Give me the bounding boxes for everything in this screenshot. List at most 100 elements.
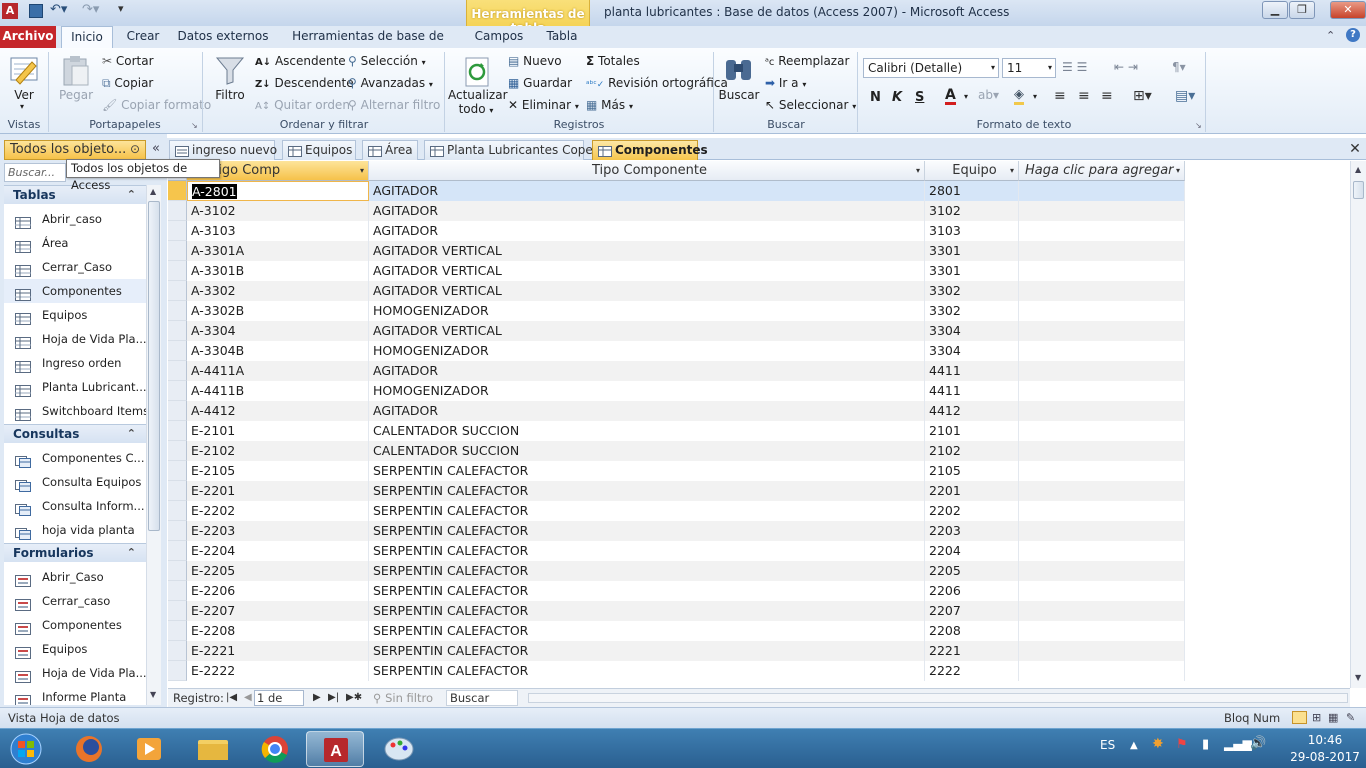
minimize-ribbon-icon[interactable]: ⌃ xyxy=(1326,29,1335,42)
table-cell[interactable]: 3102 xyxy=(925,201,1019,221)
row-selector[interactable] xyxy=(168,381,187,401)
tab-herramientas-bd[interactable]: Herramientas de base de datos xyxy=(280,26,456,63)
battery-icon[interactable]: ▮ xyxy=(1202,737,1209,752)
tab-archivo[interactable]: Archivo xyxy=(0,26,56,48)
doc-tab-ingreso-nuevo[interactable]: ingreso nuevo xyxy=(169,140,277,160)
minimize-button[interactable]: ▁ xyxy=(1262,1,1288,19)
nav-item[interactable]: Hoja de Vida Pla... xyxy=(4,661,146,685)
table-cell[interactable] xyxy=(1019,281,1185,301)
table-row[interactable]: A-2801 AGITADOR 2801 xyxy=(168,181,1185,201)
table-cell[interactable]: CALENTADOR SUCCION xyxy=(369,421,925,441)
table-cell[interactable]: A-3304 xyxy=(187,321,369,341)
row-selector[interactable] xyxy=(168,341,187,361)
spelling-button[interactable]: ᵃᵇᶜ✓ Revisión ortográfica xyxy=(586,76,728,90)
table-row[interactable]: A-3304 AGITADOR VERTICAL 3304 xyxy=(168,321,1185,341)
nav-search-input[interactable]: Buscar... xyxy=(4,163,66,182)
media-player-icon[interactable] xyxy=(120,731,178,767)
table-row[interactable]: E-2203 SERPENTIN CALEFACTOR 2203 xyxy=(168,521,1185,541)
tab-campos[interactable]: Campos xyxy=(470,26,528,48)
table-cell[interactable] xyxy=(1019,221,1185,241)
table-cell[interactable] xyxy=(1019,601,1185,621)
nav-item[interactable]: hoja vida planta xyxy=(4,518,146,542)
row-selector[interactable] xyxy=(168,601,187,621)
row-selector[interactable] xyxy=(168,421,187,441)
row-selector[interactable] xyxy=(168,361,187,381)
paragraph-direction-icon[interactable]: ¶▾ xyxy=(1172,60,1186,74)
row-selector[interactable] xyxy=(168,261,187,281)
table-cell[interactable]: 2102 xyxy=(925,441,1019,461)
align-left-icon[interactable]: ≡ xyxy=(1054,88,1066,104)
table-cell[interactable] xyxy=(1019,261,1185,281)
access-taskbar-icon[interactable]: A xyxy=(306,731,364,767)
row-selector[interactable] xyxy=(168,401,187,421)
row-selector[interactable] xyxy=(168,181,187,201)
table-cell[interactable]: E-2203 xyxy=(187,521,369,541)
filter-button[interactable]: Filtro xyxy=(212,88,248,102)
chevron-down-icon[interactable]: ▾ xyxy=(964,92,968,101)
table-cell[interactable] xyxy=(1019,301,1185,321)
row-selector[interactable] xyxy=(168,461,187,481)
table-cell[interactable]: 2222 xyxy=(925,661,1019,681)
table-row[interactable]: A-4412 AGITADOR 4412 xyxy=(168,401,1185,421)
table-cell[interactable]: A-3302B xyxy=(187,301,369,321)
nav-item[interactable]: Ingreso orden xyxy=(4,351,146,375)
row-selector[interactable] xyxy=(168,521,187,541)
horizontal-scrollbar[interactable] xyxy=(528,693,1348,703)
nav-item[interactable]: Consulta Equipos xyxy=(4,470,146,494)
table-cell[interactable]: 2208 xyxy=(925,621,1019,641)
sort-ascending-button[interactable]: A↓ Ascendente xyxy=(255,54,346,68)
table-cell[interactable]: A-4411A xyxy=(187,361,369,381)
paste-button[interactable]: Pegar xyxy=(58,88,94,102)
table-row[interactable]: E-2205 SERPENTIN CALEFACTOR 2205 xyxy=(168,561,1185,581)
table-cell[interactable]: 3304 xyxy=(925,321,1019,341)
table-cell[interactable]: SERPENTIN CALEFACTOR xyxy=(369,541,925,561)
table-cell[interactable] xyxy=(1019,241,1185,261)
column-dropdown-icon[interactable]: ▾ xyxy=(1176,161,1180,180)
new-record-button[interactable]: ▤ Nuevo xyxy=(508,54,562,68)
refresh-all-button[interactable]: Actualizar todo ▾ xyxy=(448,88,508,116)
table-cell[interactable]: SERPENTIN CALEFACTOR xyxy=(369,661,925,681)
doc-tab-componentes[interactable]: Componentes xyxy=(592,140,708,160)
nav-item[interactable]: Consulta Inform... xyxy=(4,494,146,518)
table-cell[interactable]: 2203 xyxy=(925,521,1019,541)
scroll-up-icon[interactable]: ▲ xyxy=(150,187,156,196)
row-selector[interactable] xyxy=(168,481,187,501)
table-cell[interactable]: A-3301A xyxy=(187,241,369,261)
align-right-icon[interactable]: ≡ xyxy=(1101,88,1113,104)
select-button[interactable]: ↖ Seleccionar ▾ xyxy=(765,98,856,112)
nav-item[interactable]: Componentes xyxy=(4,279,146,303)
row-selector[interactable] xyxy=(168,221,187,241)
file-explorer-icon[interactable] xyxy=(184,731,242,767)
table-cell[interactable]: 3302 xyxy=(925,281,1019,301)
table-cell[interactable]: SERPENTIN CALEFACTOR xyxy=(369,641,925,661)
table-cell[interactable]: SERPENTIN CALEFACTOR xyxy=(369,481,925,501)
row-selector[interactable] xyxy=(168,581,187,601)
row-selector[interactable] xyxy=(168,321,187,341)
pivot-chart-view-icon[interactable]: ▦ xyxy=(1328,708,1338,728)
goto-button[interactable]: ➡ Ir a ▾ xyxy=(765,76,806,90)
bold-button[interactable]: N xyxy=(870,90,881,105)
tab-crear[interactable]: Crear xyxy=(118,26,168,48)
table-cell[interactable] xyxy=(1019,521,1185,541)
nav-item[interactable]: Componentes C... xyxy=(4,446,146,470)
table-cell[interactable] xyxy=(1019,501,1185,521)
collapse-section-icon[interactable]: ⌃ xyxy=(127,425,136,443)
row-selector[interactable] xyxy=(168,281,187,301)
cut-button[interactable]: ✂ Cortar xyxy=(102,54,154,68)
table-row[interactable]: E-2202 SERPENTIN CALEFACTOR 2202 xyxy=(168,501,1185,521)
grid-scrollbar[interactable]: ▲ ▼ xyxy=(1350,161,1366,688)
table-cell[interactable] xyxy=(1019,341,1185,361)
save-icon[interactable] xyxy=(29,4,43,18)
nav-item[interactable]: Área xyxy=(4,231,146,255)
table-cell[interactable]: E-2105 xyxy=(187,461,369,481)
replace-button[interactable]: ᵃc Reemplazar xyxy=(765,54,849,68)
firefox-icon[interactable] xyxy=(60,731,118,767)
record-position-input[interactable]: 1 de 446 xyxy=(254,690,304,719)
network-icon[interactable]: ▂▄▆ xyxy=(1224,737,1252,751)
table-row[interactable]: E-2102 CALENTADOR SUCCION 2102 xyxy=(168,441,1185,461)
more-button[interactable]: ▦ Más ▾ xyxy=(586,98,633,112)
doc-tab-planta-lubricantes[interactable]: Planta Lubricantes Copec xyxy=(424,140,599,160)
selection-filter-button[interactable]: ⚲ Selección ▾ xyxy=(348,54,426,68)
undo-icon[interactable]: ↶▾ xyxy=(50,2,67,17)
pivot-table-view-icon[interactable]: ⊞ xyxy=(1312,708,1321,728)
